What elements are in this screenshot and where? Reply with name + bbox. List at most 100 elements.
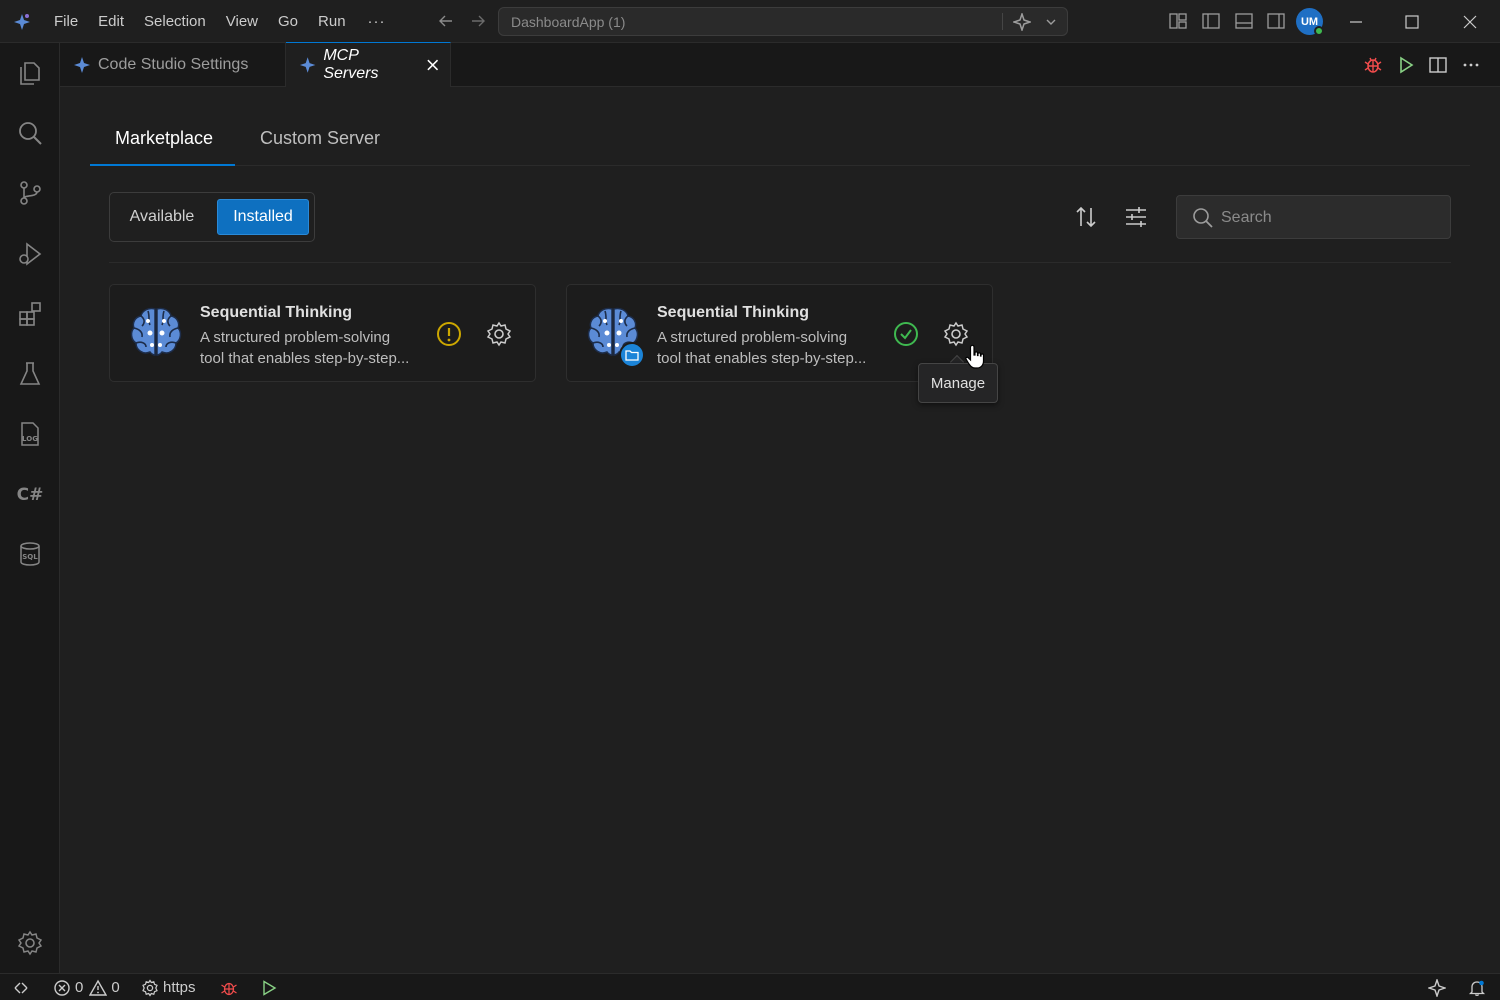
command-center-divider xyxy=(1002,13,1003,30)
explorer-icon[interactable] xyxy=(16,59,44,87)
search-icon[interactable] xyxy=(16,119,44,147)
svg-text:C#: C# xyxy=(17,485,44,505)
check-circle-icon[interactable] xyxy=(893,321,919,347)
launch-profile-label: https xyxy=(163,979,196,996)
server-description-line: tool that enables step-by-step... xyxy=(200,350,410,367)
server-description-line: A structured problem-solving xyxy=(200,329,391,346)
testing-icon[interactable] xyxy=(16,360,44,388)
active-tab-indicator xyxy=(90,164,235,166)
mcp-tabs: Marketplace Custom Server xyxy=(90,108,1470,166)
bell-icon xyxy=(1468,980,1486,996)
log-icon[interactable]: LOG xyxy=(16,420,44,448)
server-description-line: tool that enables step-by-step... xyxy=(657,350,867,367)
split-editor-icon[interactable] xyxy=(1428,55,1448,75)
mcp-servers-editor: Marketplace Custom Server Available Inst… xyxy=(61,88,1500,973)
divider xyxy=(109,262,1451,263)
customize-layout-icon[interactable] xyxy=(1168,11,1188,31)
menu-run[interactable]: Run xyxy=(308,0,356,43)
mcp-file-icon xyxy=(299,57,316,73)
status-bar: 0 0 https xyxy=(0,973,1500,1000)
error-count: 0 xyxy=(75,979,84,996)
more-actions-icon[interactable] xyxy=(1461,55,1481,75)
app-logo-icon xyxy=(14,14,30,30)
sort-icon[interactable] xyxy=(1073,204,1099,230)
search-input[interactable] xyxy=(1221,206,1441,230)
warning-icon[interactable] xyxy=(436,321,462,347)
source-control-icon[interactable] xyxy=(16,179,44,207)
menu-bar: File Edit Selection View Go Run ··· xyxy=(44,0,402,43)
warning-count: 0 xyxy=(111,979,120,996)
tab-custom-server[interactable]: Custom Server xyxy=(260,128,380,149)
toggle-panel-icon[interactable] xyxy=(1234,11,1254,31)
menu-more-button[interactable]: ··· xyxy=(356,2,402,42)
toggle-secondary-sidebar-icon[interactable] xyxy=(1266,11,1286,31)
activity-bar: LOG C# SQL xyxy=(0,43,60,973)
csharp-icon[interactable]: C# xyxy=(16,480,44,508)
toggle-primary-sidebar-icon[interactable] xyxy=(1201,11,1221,31)
menu-edit[interactable]: Edit xyxy=(88,0,134,43)
tab-label: Code Studio Settings xyxy=(98,56,249,73)
folder-icon xyxy=(625,350,639,361)
installed-button[interactable]: Installed xyxy=(217,199,309,235)
close-window-button[interactable] xyxy=(1442,0,1498,43)
manage-tooltip: Manage xyxy=(918,363,998,403)
debug-bug-icon[interactable] xyxy=(1363,55,1383,75)
extensions-icon[interactable] xyxy=(16,300,44,328)
tab-marketplace[interactable]: Marketplace xyxy=(115,128,213,149)
hand-cursor-icon xyxy=(965,344,985,369)
menu-go[interactable]: Go xyxy=(268,0,308,43)
available-button[interactable]: Available xyxy=(116,199,208,235)
close-tab-icon[interactable] xyxy=(425,57,440,73)
debug-status-button[interactable] xyxy=(220,978,238,997)
server-title: Sequential Thinking xyxy=(657,304,810,321)
back-arrow-icon[interactable] xyxy=(437,12,455,30)
tab-mcp-servers[interactable]: MCP Servers xyxy=(286,42,451,87)
editor-tab-bar: Code Studio Settings MCP Servers xyxy=(60,42,1500,87)
command-center[interactable]: DashboardApp (1) xyxy=(498,7,1068,36)
workspace-scope-badge xyxy=(619,342,645,368)
run-icon xyxy=(263,979,277,996)
title-bar: File Edit Selection View Go Run ··· Dash… xyxy=(0,0,1500,43)
copilot-icon[interactable] xyxy=(1013,13,1031,31)
tab-code-studio-settings[interactable]: Code Studio Settings xyxy=(60,43,286,87)
brain-icon xyxy=(130,307,182,356)
notifications-button[interactable] xyxy=(1468,978,1486,997)
manage-gear-icon[interactable] xyxy=(16,929,44,957)
tab-label: MCP Servers xyxy=(323,47,379,82)
server-description: A structured problem-solving tool that e… xyxy=(657,327,877,369)
settings-file-icon xyxy=(74,57,90,73)
forward-arrow-icon[interactable] xyxy=(469,12,487,30)
remote-indicator[interactable] xyxy=(12,978,30,997)
gear-icon xyxy=(142,978,158,997)
minimize-icon xyxy=(1350,20,1362,23)
sql-database-icon[interactable]: SQL xyxy=(16,540,44,568)
presence-dot xyxy=(1314,26,1324,36)
warning-triangle-icon xyxy=(89,979,108,996)
launch-profile-indicator[interactable]: https xyxy=(141,978,196,997)
run-debug-icon[interactable] xyxy=(16,240,44,268)
error-icon xyxy=(54,979,70,996)
copilot-icon xyxy=(1428,978,1446,997)
minimize-button[interactable] xyxy=(1328,0,1384,43)
search-box xyxy=(1176,195,1451,239)
chevron-down-icon[interactable] xyxy=(1045,16,1057,28)
problems-indicator[interactable]: 0 0 xyxy=(53,978,120,997)
svg-text:SQL: SQL xyxy=(22,553,38,561)
command-center-label: DashboardApp (1) xyxy=(511,14,626,30)
copilot-status-button[interactable] xyxy=(1428,978,1446,997)
menu-selection[interactable]: Selection xyxy=(134,0,216,43)
debug-bug-icon xyxy=(221,982,237,995)
menu-view[interactable]: View xyxy=(216,0,268,43)
remote-icon xyxy=(14,982,28,993)
run-status-button[interactable] xyxy=(260,978,278,997)
gear-icon[interactable] xyxy=(486,321,512,347)
installed-filter-toggle: Available Installed xyxy=(109,192,315,242)
filter-settings-icon[interactable] xyxy=(1123,204,1149,230)
maximize-button[interactable] xyxy=(1384,0,1440,43)
server-description: A structured problem-solving tool that e… xyxy=(200,327,420,369)
server-card[interactable]: Sequential Thinking A structured problem… xyxy=(109,284,536,382)
maximize-icon xyxy=(1405,14,1419,29)
menu-file[interactable]: File xyxy=(44,0,88,43)
run-icon[interactable] xyxy=(1396,55,1416,75)
server-description-line: A structured problem-solving xyxy=(657,329,848,346)
